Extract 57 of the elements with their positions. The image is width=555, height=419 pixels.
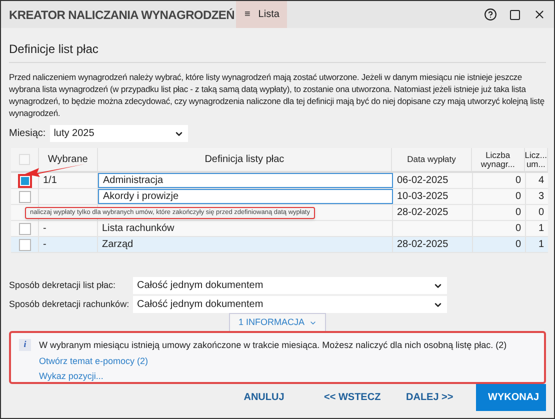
table-cell-text: 0 [515, 222, 521, 236]
nav-button[interactable]: << WSTECZ [312, 384, 380, 411]
column-header[interactable]: Wybrane [48, 152, 88, 167]
table-row[interactable]: - Lista rachunków 0 1 [11, 221, 548, 237]
table-cell-text: Lista rachunków [102, 222, 174, 236]
help-icon[interactable] [484, 8, 497, 21]
info-icon: i [19, 339, 31, 351]
table-cell-text: 0 [515, 206, 521, 220]
checkbox[interactable] [18, 238, 30, 250]
table-cell-text: 0 [515, 174, 521, 188]
maximize-icon[interactable] [509, 8, 521, 20]
info-message: W wybranym miesiącu istnieją umowy zakończone w trakcie miesiąca. Możesz naliczyć dla nich osobną listę płac. (2) [39, 339, 507, 352]
primary-button[interactable]: WYKONAJ [476, 384, 546, 411]
table-cell-text: 0 [515, 238, 521, 252]
dropdown[interactable]: Całość jednym dokumentem [133, 277, 447, 294]
month-dropdown[interactable]: luty 2025 [50, 125, 188, 142]
checkbox[interactable] [18, 190, 30, 202]
table-cell-text: 0 [515, 190, 521, 204]
description-text: Przed naliczeniem wynagrodzeń należy wybrać, które listy wynagrodzeń mają zostać utworzone. Jeżeli w danym miesiącu nie istnieje jeszcze wybrana lista wynagrodzeń (w przypadku list płac - z taką samą datą wypłaty), to zostanie ona utworzona. Natomiast jeżeli istnieje już taka lista wynagrodzeń, to będzie można zdecydować, czy wynagrodzenia naliczone dla tej definicji mają być do niej dopisane czy mają utworzyć kolejną listę wynagrodzeń. [9, 71, 546, 119]
nav-button[interactable]: DALEJ >> [394, 384, 462, 411]
table-cell-text: 4 [538, 174, 544, 188]
table-cell-text: 1/1 [43, 174, 57, 188]
close-icon[interactable] [533, 8, 546, 21]
table-cell-text: Akordy i prowizje [103, 190, 179, 204]
field-label: Sposób dekretacji list płac: [9, 278, 117, 292]
help-link[interactable]: Wykaz pozycji... [39, 370, 507, 384]
table-cell-text: Administracja [103, 174, 164, 188]
table-cell-text: 0 [538, 206, 544, 220]
window-title: KREATOR NALICZANIA WYNAGRODZEŃ [8, 6, 234, 24]
checkbox[interactable] [18, 222, 30, 234]
table-row[interactable]: Akordy i prowizje 10-03-2025 0 3 [11, 189, 548, 205]
table-row[interactable]: 1/1 Administracja 06-02-2025 0 4 [11, 173, 548, 189]
table-cell-text: - [43, 222, 46, 236]
info-toggle[interactable]: 1 INFORMACJA [229, 313, 326, 331]
table-cell-text: Zarząd [102, 238, 134, 252]
month-label: Miesiąc: [9, 127, 46, 141]
table-cell-text: 28-02-2025 [397, 238, 448, 252]
column-header[interactable]: Liczba wynagr... [472, 150, 524, 168]
table-cell-text: 1 [538, 238, 544, 252]
table-cell-text: 06-02-2025 [397, 174, 448, 188]
table-cell-text: 10-03-2025 [397, 190, 448, 204]
dropdown[interactable]: Całość jednym dokumentem [133, 296, 447, 313]
table-cell-text: 1 [538, 222, 544, 236]
field-label: Sposób dekretacji rachunków: [9, 298, 130, 311]
table-cell-text: - [43, 238, 46, 252]
select-all-checkbox[interactable] [18, 154, 30, 165]
table-row[interactable]: - Zarząd 28-02-2025 0 1 [11, 237, 548, 253]
list-menu-button[interactable]: ≡ Lista [236, 1, 288, 28]
table-cell-text: 28-02-2025 [397, 206, 448, 220]
checkbox[interactable] [18, 174, 30, 186]
column-header[interactable]: Data wypłaty [407, 155, 456, 164]
section-title: Definicje list płac [9, 40, 546, 63]
nav-button[interactable]: ANULUJ [230, 384, 298, 411]
column-header[interactable]: Definicja listy płac [204, 152, 284, 167]
help-link[interactable]: Otwórz temat e-pomocy (2) [39, 354, 507, 368]
table-cell-text: 3 [538, 190, 544, 204]
column-header[interactable]: Licz... um... [524, 150, 547, 168]
